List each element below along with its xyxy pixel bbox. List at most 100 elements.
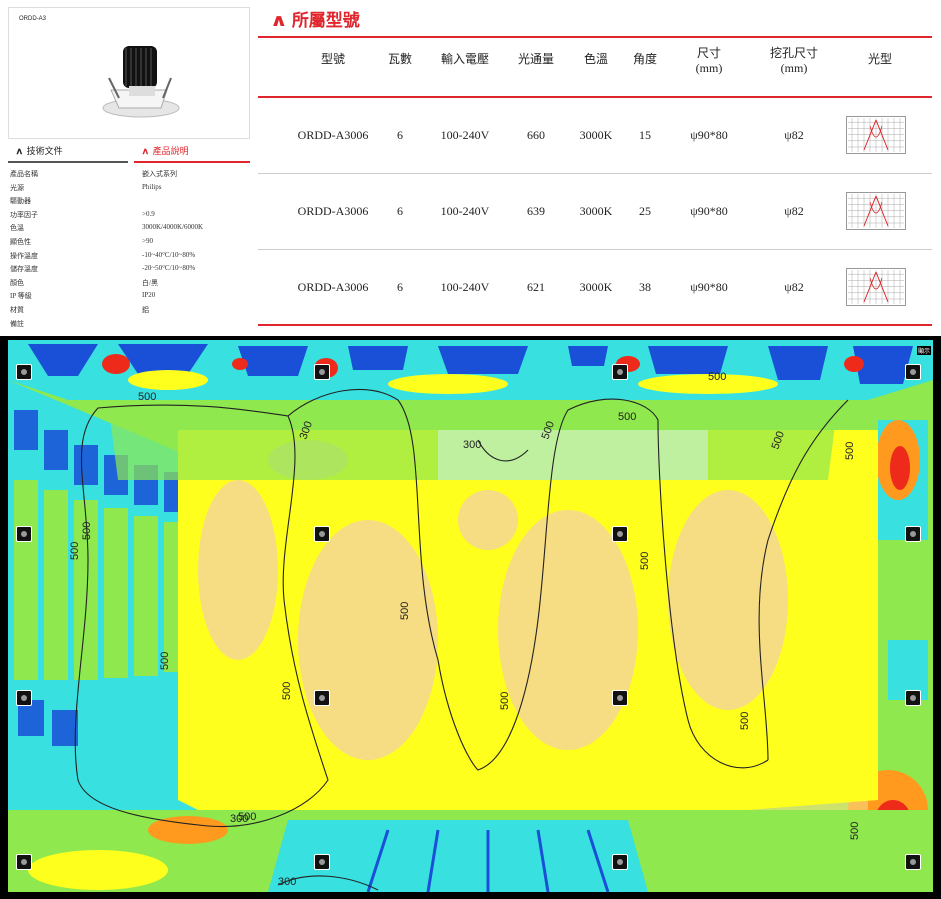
caret-up-icon: ∧	[15, 146, 24, 156]
spec-row: 顏色 白/黑	[8, 278, 250, 292]
fixture-marker[interactable]	[16, 526, 32, 542]
table-bottom-divider	[258, 324, 932, 326]
table-row[interactable]: ORDD-A3006 6 100-240V 660 3000K 15 ψ90*80 ψ82	[258, 98, 932, 174]
fixture-marker[interactable]	[314, 690, 330, 706]
spec-value: 白/黑	[142, 278, 158, 287]
contour-label: 500	[69, 542, 81, 560]
spec-row: 色溫 3000K/4000K/6000K	[8, 223, 250, 237]
spec-row: 操作溫度 -10~40°C/10~80%	[8, 251, 250, 265]
fixture-marker[interactable]	[612, 364, 628, 380]
tab-product-desc[interactable]: ∧ 產品說明	[134, 141, 250, 163]
cell-model: ORDD-A3006	[297, 280, 369, 294]
cell-watt: 6	[397, 280, 403, 294]
fixture-marker[interactable]	[16, 690, 32, 706]
cell-lumen: 660	[527, 128, 545, 142]
section-title-text: 所屬型號	[291, 11, 360, 31]
spec-row: 顯色性 >90	[8, 237, 250, 251]
col-cutout-label: 挖孔尺寸	[769, 46, 818, 60]
contour-label: 300	[230, 813, 248, 825]
col-cct: 色溫	[583, 52, 608, 66]
fixture-marker[interactable]	[612, 526, 628, 542]
spec-key: 操作溫度	[10, 251, 38, 260]
cell-model: ORDD-A3006	[297, 128, 369, 142]
cell-watt: 6	[397, 204, 403, 218]
tab-tech-docs[interactable]: ∧ 技術文件	[8, 141, 128, 163]
col-beam: 光型	[867, 52, 892, 66]
col-voltage: 輸入電壓	[440, 52, 489, 66]
spec-list: 產品名稱 嵌入式系列 光源 Philips 驅動器 功率因子 >0.9 色溫 3000K/400…	[8, 169, 250, 332]
spec-value: 鋁	[142, 305, 149, 314]
caret-up-icon: ∧	[141, 146, 150, 156]
col-model: 型號	[320, 52, 345, 66]
spec-key: 產品名稱	[10, 170, 38, 178]
contour-label: 300	[463, 439, 481, 451]
fixture-marker[interactable]	[905, 854, 921, 870]
models-panel: ∧ 所屬型號 型號 瓦數 輸入電壓 光通量 色溫 角度 尺寸 (mm) 挖孔尺寸 (m…	[258, 0, 932, 336]
spec-key: 顏色	[10, 278, 24, 287]
downlight-photo	[102, 46, 180, 118]
fixture-marker[interactable]	[612, 690, 628, 706]
spec-value: IP20	[142, 291, 156, 300]
spec-row: 功率因子 >0.9	[8, 210, 250, 224]
fixture-marker[interactable]	[314, 526, 330, 542]
fixture-marker[interactable]	[905, 364, 921, 380]
cell-cct: 3000K	[579, 204, 613, 218]
spec-row: 材質 鋁	[8, 305, 250, 319]
fixture-marker[interactable]	[16, 854, 32, 870]
col-size-unit: (mm)	[695, 61, 723, 75]
spec-key: 顯色性	[10, 237, 31, 246]
col-cutout: 挖孔尺寸 (mm)	[752, 46, 836, 76]
fixture-marker[interactable]	[16, 364, 32, 380]
cell-voltage: 100-240V	[440, 280, 490, 294]
spec-row: 產品名稱 嵌入式系列	[8, 169, 250, 183]
fixture-marker[interactable]	[905, 526, 921, 542]
spec-row: 備註	[8, 319, 250, 333]
cell-angle: 38	[639, 280, 651, 294]
product-panel: ORDD-A3 ∧ 技術文件 ∧ 產品說明 產品名稱 嵌入式系列 光源 Philips 驅動…	[0, 0, 941, 336]
beam-diagram-icon	[846, 268, 906, 306]
spec-value: >0.9	[142, 209, 155, 218]
spec-key: 功率因子	[10, 210, 38, 219]
contour-label: 500	[81, 522, 93, 540]
fixture-marker[interactable]	[314, 364, 330, 380]
contour-label: 500	[708, 371, 726, 383]
cell-angle: 15	[639, 128, 651, 142]
cell-size: ψ90*80	[690, 280, 728, 294]
table-row[interactable]: ORDD-A3006 6 100-240V 639 3000K 25 ψ90*80 ψ82	[258, 174, 932, 250]
display-label: 顯示	[916, 346, 931, 355]
contour-label: 500	[618, 411, 636, 423]
product-tabs: ∧ 技術文件 ∧ 產品說明	[8, 141, 250, 163]
spec-key: IP 等級	[10, 292, 32, 301]
contour-label: 500	[499, 692, 511, 710]
contour-label: 500	[159, 652, 171, 670]
spec-row: 光源 Philips	[8, 183, 250, 197]
col-lumen: 光通量	[517, 52, 554, 66]
contour-label: 500	[281, 682, 293, 700]
spec-value: 嵌入式系列	[142, 170, 177, 178]
fixture-marker[interactable]	[314, 854, 330, 870]
table-row[interactable]: ORDD-A3006 6 100-240V 621 3000K 38 ψ90*80 ψ82	[258, 250, 932, 326]
spec-row: 儲存溫度 -20~50°C/10~80%	[8, 264, 250, 278]
beam-diagram-icon	[846, 192, 906, 230]
contour-label: 300	[278, 876, 296, 888]
cell-angle: 25	[639, 204, 651, 218]
col-size-label: 尺寸	[696, 46, 721, 60]
fixture-marker[interactable]	[905, 690, 921, 706]
contour-label: 500	[138, 391, 156, 403]
cell-cutout: ψ82	[784, 280, 804, 294]
fixture-marker[interactable]	[612, 854, 628, 870]
contour-label: 500	[739, 712, 751, 730]
spec-value: 3000K/4000K/6000K	[142, 223, 204, 232]
cell-cutout: ψ82	[784, 204, 804, 218]
cell-voltage: 100-240V	[440, 128, 490, 142]
cell-cct: 3000K	[579, 280, 613, 294]
spec-value: -10~40°C/10~80%	[142, 250, 196, 259]
falsecolor-heatmap: 500300500500500500300300500500500500500 5…	[8, 340, 933, 892]
cell-size: ψ90*80	[690, 128, 728, 142]
spec-key: 色溫	[10, 224, 24, 233]
spec-key: 備註	[10, 319, 24, 328]
spec-key: 光源	[10, 183, 24, 192]
contour-label: 500	[399, 602, 411, 620]
product-image-box: ORDD-A3	[8, 7, 250, 139]
spec-value: >90	[142, 236, 153, 245]
